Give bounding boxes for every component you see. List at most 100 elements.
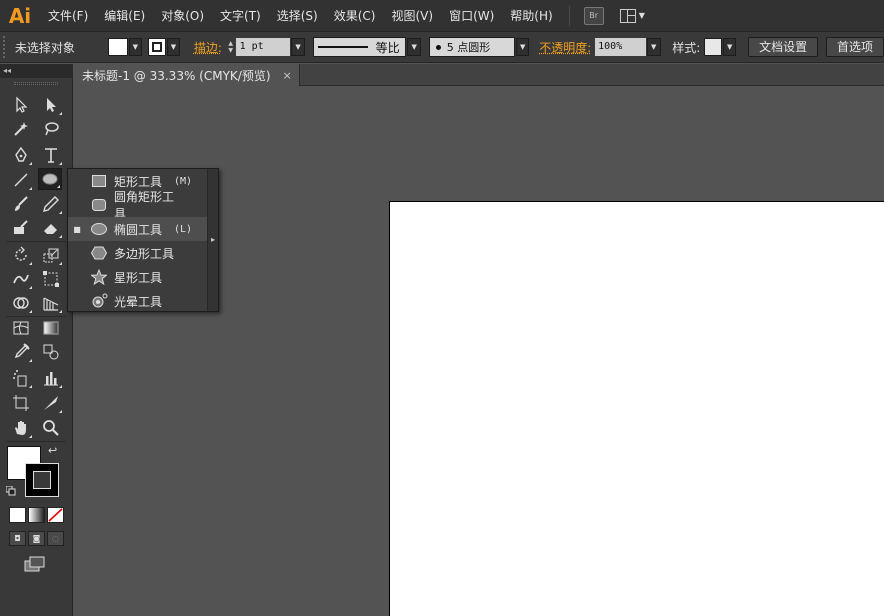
blob-brush-tool[interactable] bbox=[9, 217, 33, 239]
graphic-style-dropdown[interactable]: ▼ bbox=[722, 38, 737, 56]
document-setup-button[interactable]: 文档设置 bbox=[748, 37, 819, 57]
graphic-style-swatch[interactable] bbox=[704, 38, 722, 56]
scale-tool[interactable] bbox=[39, 244, 63, 266]
line-tool[interactable] bbox=[9, 169, 33, 191]
opacity-field[interactable]: 100% bbox=[595, 38, 646, 56]
menu-help[interactable]: 帮助(H) bbox=[502, 0, 560, 32]
pencil-tool[interactable] bbox=[39, 193, 63, 215]
direct-selection-arrow-icon bbox=[47, 98, 56, 112]
stroke-swatch[interactable] bbox=[148, 38, 166, 56]
fill-swatch[interactable] bbox=[108, 38, 128, 56]
artboard[interactable] bbox=[389, 201, 884, 616]
gradient-tool[interactable] bbox=[39, 317, 63, 339]
menu-window[interactable]: 窗口(W) bbox=[441, 0, 502, 32]
brush-value: 5 点圆形 bbox=[446, 41, 491, 54]
stroke-profile-dropdown[interactable]: ▼ bbox=[407, 38, 421, 56]
document-tab[interactable]: 未标题-1 @ 33.33% (CMYK/预览) × bbox=[74, 64, 300, 86]
flyout-item-star[interactable]: 星形工具 bbox=[68, 265, 208, 289]
blend-tool[interactable] bbox=[39, 341, 63, 363]
lasso-tool[interactable] bbox=[39, 118, 63, 140]
draw-normal-button[interactable]: ◘ bbox=[9, 531, 26, 546]
toolbar-divider bbox=[6, 241, 66, 242]
toolbar-collapse[interactable]: ◂◂ bbox=[0, 64, 73, 78]
flyout-item-ellipse[interactable]: ■ 椭圆工具 (L) bbox=[68, 217, 208, 241]
rotate-tool[interactable] bbox=[9, 244, 33, 266]
stroke-weight-dropdown[interactable]: ▼ bbox=[291, 38, 305, 56]
free-transform-tool[interactable] bbox=[39, 268, 63, 290]
ellipse-tool[interactable] bbox=[38, 168, 62, 190]
menu-object[interactable]: 对象(O) bbox=[153, 0, 212, 32]
magic-wand-tool[interactable] bbox=[9, 118, 33, 140]
eraser-icon bbox=[44, 224, 57, 234]
draw-behind-button[interactable]: ◙ bbox=[28, 531, 45, 546]
brush-dropdown[interactable]: ▼ bbox=[515, 38, 530, 56]
preferences-button[interactable]: 首选项 bbox=[825, 37, 884, 57]
eyedropper-tool[interactable] bbox=[9, 341, 33, 363]
flyout-item-rounded-rectangle[interactable]: 圆角矩形工具 bbox=[68, 190, 208, 221]
draw-inside-button[interactable]: ◌ bbox=[47, 531, 64, 546]
screen-mode-icon[interactable] bbox=[24, 556, 46, 572]
bridge-icon[interactable]: Br bbox=[583, 6, 604, 25]
flyout-item-label: 光晕工具 bbox=[114, 294, 163, 309]
stroke-weight-spinner[interactable]: ▲ ▼ bbox=[226, 38, 236, 56]
layout-grid-icon bbox=[619, 8, 636, 23]
stroke-profile-value: 等比 bbox=[375, 40, 400, 55]
type-tool[interactable] bbox=[39, 144, 63, 166]
none-mode-button[interactable] bbox=[47, 507, 64, 523]
artboard-tool[interactable] bbox=[9, 392, 33, 414]
gradient-mode-button[interactable] bbox=[28, 507, 45, 523]
menu-select[interactable]: 选择(S) bbox=[269, 0, 326, 32]
perspective-grid-tool[interactable] bbox=[39, 292, 63, 314]
toolbar-grip[interactable] bbox=[14, 82, 58, 85]
stroke-weight-field[interactable]: 1 pt bbox=[235, 38, 291, 56]
control-bar: 未选择对象 ▼ ▼ 描边: ▲ ▼ 1 pt ▼ 等比 ▼ 5 点圆形 ▼ 不透明… bbox=[0, 32, 884, 63]
selection-tool[interactable] bbox=[9, 94, 33, 116]
swap-fill-stroke-icon[interactable]: ↩ bbox=[48, 444, 57, 457]
hand-tool[interactable] bbox=[9, 417, 33, 439]
brush-select[interactable]: 5 点圆形 bbox=[428, 37, 515, 57]
opacity-label[interactable]: 不透明度: bbox=[539, 39, 591, 56]
flyout-item-polygon[interactable]: 多边形工具 bbox=[68, 241, 208, 265]
mesh-tool[interactable] bbox=[9, 317, 33, 339]
warp-tool[interactable] bbox=[9, 268, 33, 290]
workspace-layout-button[interactable]: ▼ bbox=[619, 8, 645, 23]
magic-wand-icon bbox=[14, 122, 28, 136]
stroke-color-swatch[interactable] bbox=[25, 463, 59, 497]
shape-builder-tool[interactable] bbox=[9, 292, 33, 314]
stroke-color-dropdown[interactable]: ▼ bbox=[166, 38, 181, 56]
slice-tool[interactable] bbox=[39, 392, 63, 414]
warp-icon bbox=[13, 274, 29, 284]
type-icon bbox=[45, 148, 57, 163]
menu-file[interactable]: 文件(F) bbox=[40, 0, 96, 32]
default-colors-icon[interactable] bbox=[6, 486, 16, 496]
control-bar-grip[interactable] bbox=[3, 36, 9, 58]
paintbrush-tool[interactable] bbox=[9, 193, 33, 215]
ellipse-icon bbox=[91, 223, 107, 235]
stroke-profile-select[interactable]: 等比 bbox=[312, 37, 407, 57]
flyout-item-flare[interactable]: 光晕工具 bbox=[68, 289, 208, 313]
eraser-tool[interactable] bbox=[39, 217, 63, 239]
opacity-dropdown[interactable]: ▼ bbox=[646, 38, 661, 56]
symbol-sprayer-tool[interactable] bbox=[9, 367, 33, 389]
menu-view[interactable]: 视图(V) bbox=[383, 0, 441, 32]
menu-type[interactable]: 文字(T) bbox=[212, 0, 269, 32]
color-mode-button[interactable] bbox=[9, 507, 26, 523]
menu-edit[interactable]: 编辑(E) bbox=[96, 0, 153, 32]
gradient-icon bbox=[43, 321, 59, 335]
scale-icon bbox=[43, 248, 59, 263]
zoom-tool[interactable] bbox=[39, 417, 63, 439]
style-label: 样式: bbox=[672, 40, 701, 55]
fill-dropdown[interactable]: ▼ bbox=[128, 38, 143, 56]
zoom-magnifier-icon bbox=[43, 420, 59, 436]
flyout-tearoff-button[interactable]: ▸ bbox=[207, 169, 218, 311]
pen-tool[interactable] bbox=[9, 144, 33, 166]
stroke-label[interactable]: 描边: bbox=[194, 39, 222, 56]
blob-brush-icon bbox=[14, 220, 28, 234]
column-graph-tool[interactable] bbox=[39, 367, 63, 389]
none-slash-icon bbox=[48, 508, 63, 522]
close-icon[interactable]: × bbox=[283, 69, 292, 82]
direct-selection-tool[interactable] bbox=[39, 94, 63, 116]
canvas-area[interactable] bbox=[74, 87, 884, 616]
menu-effect[interactable]: 效果(C) bbox=[326, 0, 384, 32]
mesh-icon bbox=[13, 321, 29, 335]
